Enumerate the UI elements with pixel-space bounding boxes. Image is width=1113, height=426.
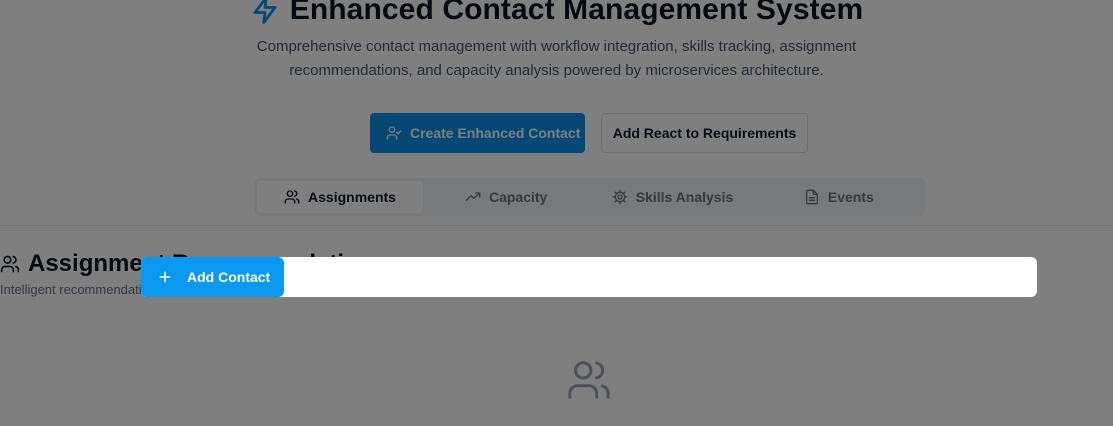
plus-icon [159,271,171,283]
add-contact-button[interactable]: Add Contact [141,257,284,297]
page: Enhanced Contact Management System Compr… [0,0,1113,426]
modal-overlay[interactable] [0,0,1113,426]
add-contact-label: Add Contact [187,269,271,285]
